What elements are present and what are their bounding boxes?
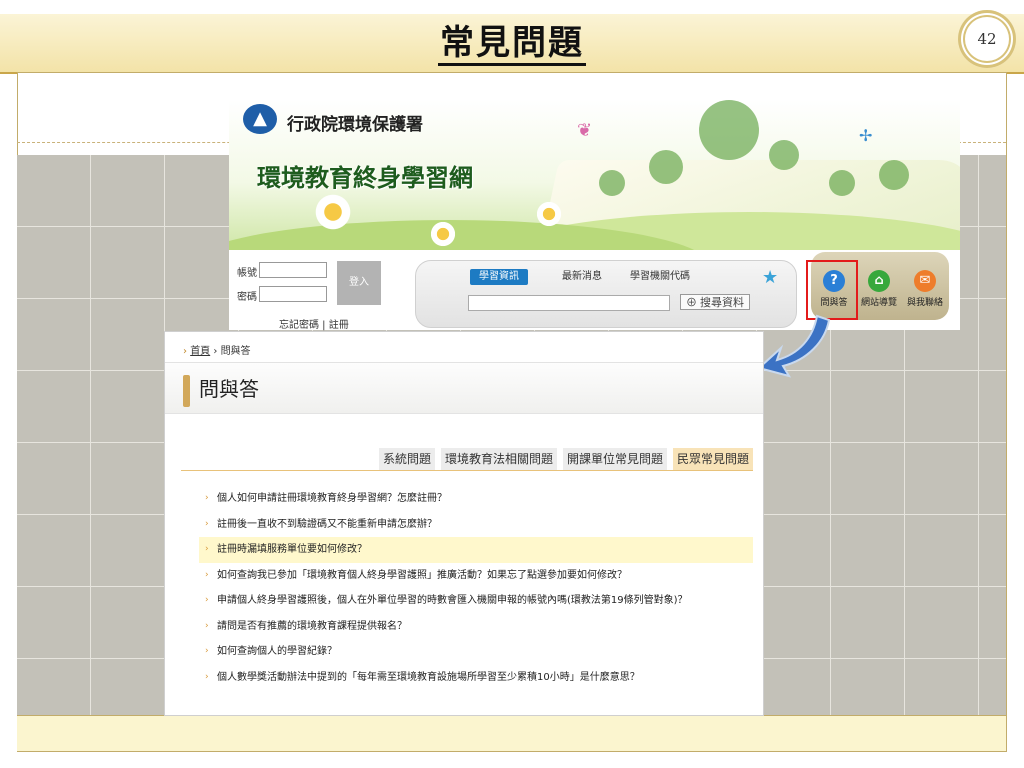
qa-header: 問與答 [165, 362, 763, 414]
star-icon: ★ [762, 267, 779, 288]
question-item[interactable]: › 個人數學獎活動辦法中提到的「每年需至環境教育設施場所學習至少累積10小時」是什… [199, 665, 753, 691]
nav-contact[interactable]: ✉ 與我聯絡 [904, 270, 946, 308]
bullet-icon: › [205, 493, 209, 503]
tree-illustration [769, 140, 799, 170]
search-input[interactable] [468, 295, 670, 311]
org-name: 行政院環境保護署 [287, 115, 423, 135]
account-input[interactable] [259, 262, 327, 278]
password-label: 密碼 [237, 292, 257, 303]
breadcrumb-current: 問與答 [220, 346, 251, 357]
bullet-icon: › [205, 569, 209, 580]
bullet-icon: › [205, 620, 209, 631]
login-button[interactable]: 登入 [337, 261, 381, 305]
mail-icon: ✉ [914, 270, 936, 292]
home-icon: ⌂ [868, 270, 890, 292]
bullet-icon: › [205, 544, 209, 554]
question-item[interactable]: › 註冊後一直收不到驗證碼又不能重新申請怎麼辦？ [199, 512, 753, 538]
search-button[interactable]: ⊕ 搜尋資料 [680, 294, 750, 310]
tree-illustration [879, 160, 909, 190]
butterfly-icon: ❦ [577, 120, 593, 141]
search-panel: 學習資訊 最新消息 學習機關代碼 ⊕ 搜尋資料 ★ [415, 260, 797, 328]
tree-illustration [829, 170, 855, 196]
site-name: 環境教育終身學習網 [257, 164, 473, 192]
search-icon: ⊕ [685, 297, 701, 309]
account-label: 帳號 [237, 268, 257, 279]
question-item[interactable]: › 如何查詢我已參加「環境教育個人終身學習護照」推廣活動？如果忘了點選參加要如何修… [199, 563, 753, 589]
epa-logo-icon[interactable]: ▲ [243, 104, 277, 134]
question-item[interactable]: › 個人如何申請註冊環境教育終身學習網？怎麼註冊？ [199, 486, 753, 512]
bottom-band [17, 715, 1006, 751]
question-item-selected[interactable]: › 註冊時漏填服務單位要如何修改？ [199, 537, 753, 563]
page-number-badge: 42 [958, 10, 1016, 68]
breadcrumb-home[interactable]: 首頁 [190, 346, 210, 357]
qa-tabs: 系統問題 環境教育法相關問題 開課單位常見問題 民眾常見問題 [373, 448, 753, 470]
bullet-icon: › [205, 595, 209, 605]
daisy-illustration [535, 200, 563, 228]
tab-agency-code[interactable]: 學習機關代碼 [630, 269, 690, 285]
pointer-arrow-icon [756, 314, 831, 378]
site-banner: ❦ ✢ ▲ 行政院環境保護署 環境教育終身學習網 [229, 100, 960, 250]
tree-illustration [599, 170, 625, 196]
question-list: › 個人如何申請註冊環境教育終身學習網？怎麼註冊？ › 註冊後一直收不到驗證碼又不能… [199, 486, 753, 690]
heading-marker [183, 375, 190, 407]
password-input[interactable] [259, 286, 327, 302]
question-item[interactable]: › 請問是否有推薦的環境教育課程提供報名？ [199, 614, 753, 640]
nav-sitemap[interactable]: ⌂ 網站導覽 [858, 270, 900, 308]
breadcrumb: › 首頁 › 問與答 [183, 346, 251, 357]
tree-illustration [649, 150, 683, 184]
daisy-illustration [429, 220, 457, 248]
qa-title: 問與答 [199, 377, 259, 401]
tab-latest-news[interactable]: 最新消息 [562, 269, 602, 285]
tab-env-law[interactable]: 環境教育法相關問題 [440, 448, 557, 470]
tree-illustration [699, 100, 759, 160]
bullet-icon: › [205, 671, 209, 682]
question-item[interactable]: › 如何查詢個人的學習紀錄？ [199, 639, 753, 665]
tab-system[interactable]: 系統問題 [378, 448, 435, 470]
slide-title: 常見問題 [0, 14, 1024, 72]
tab-public[interactable]: 民眾常見問題 [672, 448, 753, 470]
tab-learning-info[interactable]: 學習資訊 [470, 269, 528, 285]
question-item[interactable]: › 申請個人終身學習護照後，個人在外單位學習的時數會匯入機關申報的帳號內嗎(環教法… [199, 588, 753, 614]
qa-page: › 首頁 › 問與答 問與答 系統問題 環境教育法相關問題 開課單位常見問題 民… [164, 331, 764, 716]
tabs-underline [181, 470, 753, 471]
dragonfly-icon: ✢ [859, 126, 873, 145]
forgot-register-link[interactable]: 忘記密碼 | 註冊 [279, 316, 349, 331]
bullet-icon: › [205, 518, 209, 529]
tab-course-provider[interactable]: 開課單位常見問題 [562, 448, 667, 470]
bullet-icon: › [205, 646, 209, 656]
daisy-illustration [313, 192, 353, 232]
